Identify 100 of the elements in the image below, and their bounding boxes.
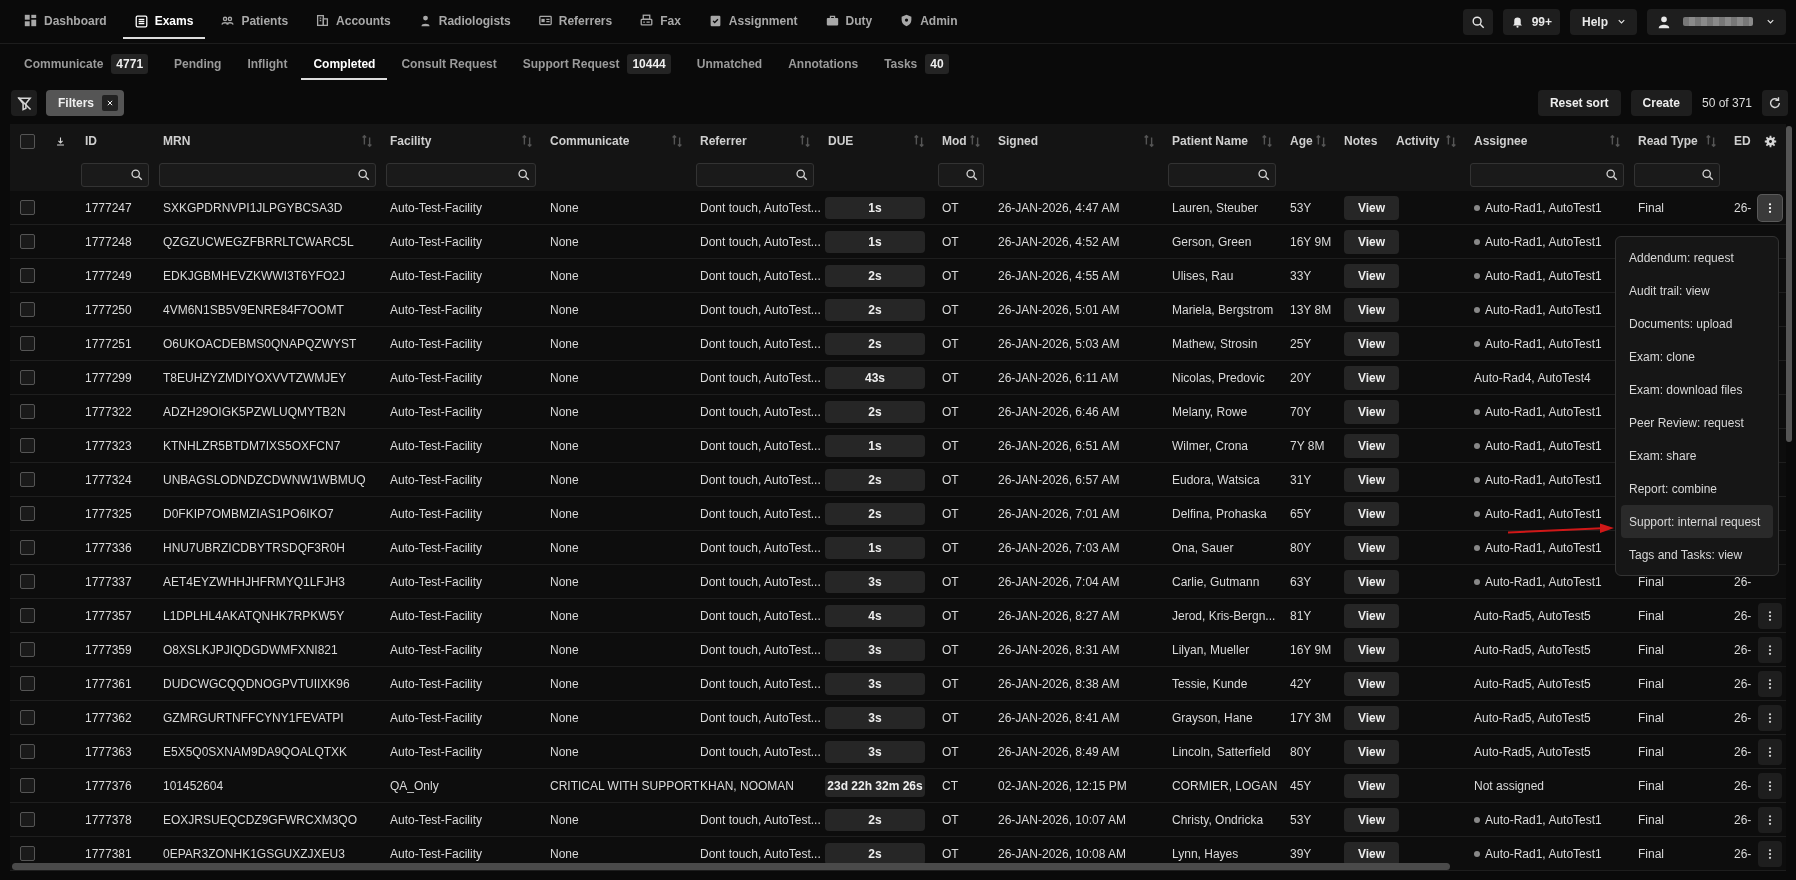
refresh-button[interactable] <box>1762 90 1788 116</box>
tab[interactable]: Completed <box>301 50 388 80</box>
column-header[interactable]: ED <box>1734 134 1751 148</box>
view-button[interactable]: View <box>1344 535 1400 560</box>
more-button[interactable] <box>1758 704 1782 731</box>
column-header[interactable]: Notes <box>1344 134 1378 148</box>
more-button[interactable] <box>1758 738 1782 765</box>
more-button[interactable] <box>1758 602 1782 629</box>
menu-item[interactable]: Exam: share <box>1621 439 1773 472</box>
more-button[interactable] <box>1758 670 1782 697</box>
nav-item[interactable]: Duty <box>813 0 885 43</box>
column-header[interactable]: Activity <box>1396 134 1440 148</box>
checkbox[interactable] <box>20 778 35 793</box>
nav-item[interactable]: Assignment <box>696 0 810 43</box>
view-button[interactable]: View <box>1344 807 1400 832</box>
view-button[interactable]: View <box>1344 501 1400 526</box>
search-button[interactable] <box>1462 8 1493 35</box>
checkbox[interactable] <box>20 302 35 317</box>
tab[interactable]: Tasks 40 <box>872 50 961 80</box>
view-button[interactable]: View <box>1344 671 1400 696</box>
view-button[interactable]: View <box>1344 739 1400 764</box>
checkbox[interactable] <box>20 846 35 861</box>
column-header[interactable]: Age <box>1290 134 1313 148</box>
filter-field[interactable] <box>159 162 376 187</box>
help-button[interactable]: Help <box>1570 8 1637 35</box>
view-button[interactable]: View <box>1344 365 1400 390</box>
column-header[interactable]: Referrer <box>700 134 747 148</box>
remove-filter-button[interactable] <box>102 95 118 111</box>
more-button[interactable] <box>1758 194 1782 221</box>
view-button[interactable]: View <box>1344 263 1400 288</box>
menu-item[interactable]: Support: internal request <box>1621 505 1773 538</box>
filter-field[interactable] <box>1634 162 1720 187</box>
notifications-button[interactable]: 99+ <box>1502 8 1560 35</box>
column-header[interactable]: ID <box>85 134 97 148</box>
menu-item[interactable]: Exam: download files <box>1621 373 1773 406</box>
view-button[interactable]: View <box>1344 705 1400 730</box>
checkbox[interactable] <box>20 370 35 385</box>
checkbox[interactable] <box>20 608 35 623</box>
nav-item[interactable]: Exams <box>122 5 206 39</box>
tab[interactable]: Support Request 10444 <box>510 50 683 80</box>
view-button[interactable]: View <box>1344 603 1400 628</box>
filter-field[interactable] <box>696 162 814 187</box>
view-button[interactable]: View <box>1344 841 1400 866</box>
nav-item[interactable]: Dashboard <box>12 0 119 43</box>
more-button[interactable] <box>1758 840 1782 867</box>
toolbar-button[interactable]: Create <box>1630 90 1692 116</box>
checkbox[interactable] <box>20 676 35 691</box>
more-button[interactable] <box>1758 636 1782 663</box>
menu-item[interactable]: Documents: upload <box>1621 307 1773 340</box>
view-button[interactable]: View <box>1344 297 1400 322</box>
column-header[interactable]: Read Type <box>1638 134 1698 148</box>
toolbar-button[interactable]: Reset sort <box>1537 90 1621 116</box>
more-button[interactable] <box>1758 806 1782 833</box>
nav-item[interactable]: Referrers <box>526 0 625 43</box>
checkbox[interactable] <box>20 506 35 521</box>
column-header[interactable]: MRN <box>163 134 191 148</box>
view-button[interactable]: View <box>1344 569 1400 594</box>
menu-item[interactable]: Tags and Tasks: view <box>1621 538 1773 571</box>
nav-item[interactable]: Admin <box>888 0 970 43</box>
view-button[interactable]: View <box>1344 331 1400 356</box>
checkbox[interactable] <box>20 438 35 453</box>
column-header[interactable]: DUE <box>828 134 854 148</box>
checkbox[interactable] <box>20 812 35 827</box>
tab[interactable]: Unmatched <box>684 50 775 80</box>
view-button[interactable]: View <box>1344 773 1400 798</box>
checkbox[interactable] <box>20 642 35 657</box>
tab[interactable]: Inflight <box>235 50 300 80</box>
scrollbar[interactable] <box>12 863 1450 870</box>
checkbox[interactable] <box>20 404 35 419</box>
column-header[interactable]: Patient Name <box>1172 134 1249 148</box>
nav-item[interactable]: Fax <box>628 0 693 43</box>
checkbox[interactable] <box>20 234 35 249</box>
tab[interactable]: Communicate 4771 <box>12 50 161 80</box>
filter-field[interactable] <box>938 162 984 187</box>
column-header[interactable]: Assignee <box>1474 134 1528 148</box>
nav-item[interactable]: Accounts <box>304 0 403 43</box>
column-header[interactable]: Facility <box>390 134 432 148</box>
checkbox[interactable] <box>20 200 35 215</box>
scrollbar[interactable] <box>1786 126 1792 442</box>
checkbox[interactable] <box>20 710 35 725</box>
user-menu-button[interactable] <box>1647 8 1786 35</box>
checkbox[interactable] <box>20 540 35 555</box>
more-button[interactable] <box>1758 772 1782 799</box>
view-button[interactable]: View <box>1344 229 1400 254</box>
view-button[interactable]: View <box>1344 467 1400 492</box>
nav-item[interactable]: Patients <box>209 0 301 43</box>
tab[interactable]: Pending <box>162 50 234 80</box>
view-button[interactable]: View <box>1344 399 1400 424</box>
menu-item[interactable]: Report: combine <box>1621 472 1773 505</box>
tab[interactable]: Consult Request <box>389 50 509 80</box>
view-button[interactable]: View <box>1344 433 1400 458</box>
filter-field[interactable] <box>81 162 149 187</box>
column-header[interactable]: Communicate <box>550 134 630 148</box>
checkbox[interactable] <box>20 268 35 283</box>
tab[interactable]: Annotations <box>776 50 871 80</box>
menu-item[interactable]: Exam: clone <box>1621 340 1773 373</box>
menu-item[interactable]: Audit trail: view <box>1621 274 1773 307</box>
nav-item[interactable]: Radiologists <box>406 0 523 43</box>
checkbox[interactable] <box>20 336 35 351</box>
filter-field[interactable] <box>386 162 536 187</box>
